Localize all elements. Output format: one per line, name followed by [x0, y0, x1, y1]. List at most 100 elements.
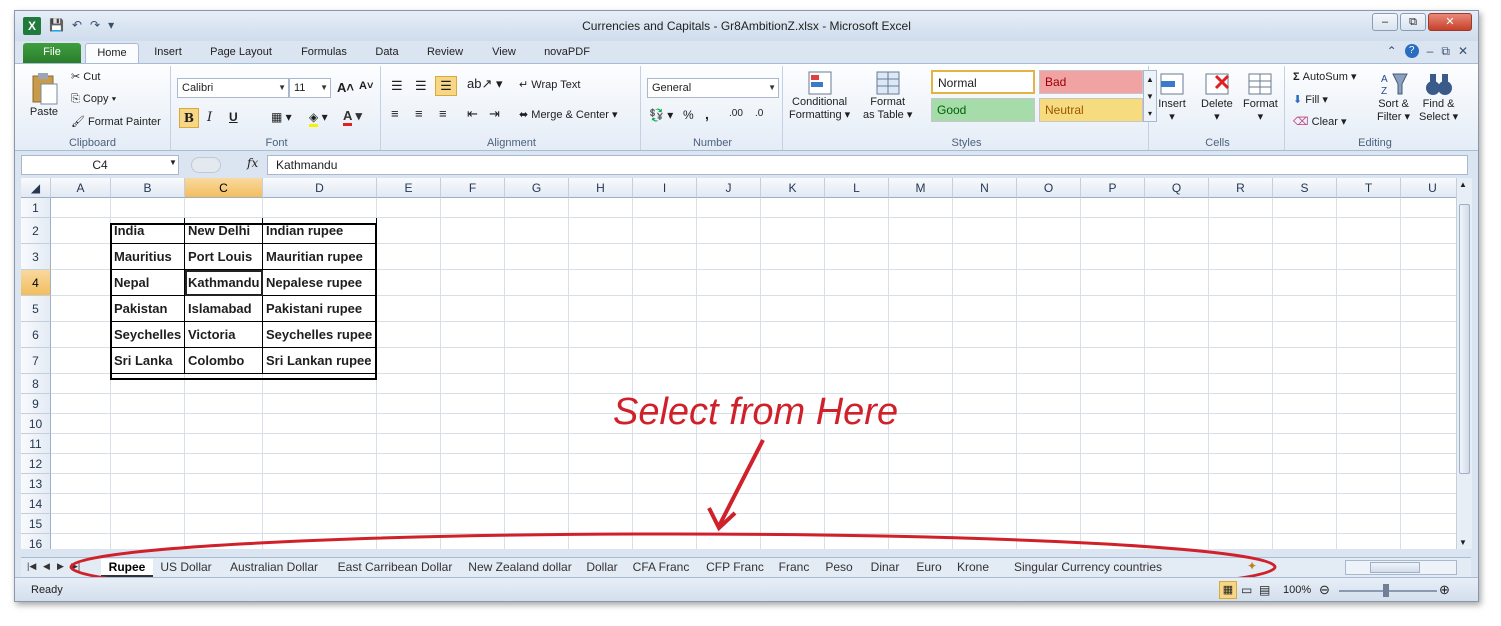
- fill-button[interactable]: ⬇ Fill ▾: [1293, 93, 1328, 106]
- align-bottom-icon[interactable]: ☰: [435, 76, 457, 96]
- merge-center-button[interactable]: ⬌ Merge & Center ▾: [519, 108, 618, 121]
- tab-formulas[interactable]: Formulas: [295, 43, 353, 63]
- increase-indent-icon[interactable]: ⇥: [489, 106, 500, 122]
- tab-insert[interactable]: Insert: [147, 43, 189, 63]
- fill-color-button[interactable]: ◈ ▾: [309, 110, 328, 127]
- delete-cells-button[interactable]: Delete ▾: [1201, 70, 1233, 123]
- page-break-view-icon[interactable]: ▤: [1259, 583, 1270, 597]
- align-left-icon[interactable]: ≡: [391, 106, 399, 121]
- comma-button[interactable]: ,: [705, 106, 709, 122]
- window-title: Currencies and Capitals - Gr8AmbitionZ.x…: [582, 19, 911, 33]
- formula-input[interactable]: Kathmandu: [267, 155, 1468, 175]
- conditional-formatting-button[interactable]: Conditional Formatting ▾: [789, 70, 850, 122]
- formula-expand-handle[interactable]: [191, 157, 221, 173]
- brush-icon: 🖌: [71, 116, 85, 128]
- vertical-scroll-thumb[interactable]: [1459, 204, 1470, 474]
- style-bad[interactable]: Bad: [1039, 70, 1143, 94]
- wrap-text-button[interactable]: ↵ Wrap Text: [519, 78, 580, 91]
- decrease-indent-icon[interactable]: ⇤: [467, 106, 478, 122]
- increase-decimal-button[interactable]: .00: [729, 108, 743, 119]
- status-ready: Ready: [31, 584, 63, 596]
- italic-button[interactable]: I: [207, 110, 212, 125]
- copy-icon: ⎘: [71, 93, 80, 105]
- format-table-label-2: as Table: [863, 109, 904, 121]
- insert-cells-button[interactable]: Insert ▾: [1157, 70, 1187, 123]
- doc-restore-icon[interactable]: ⧉: [1441, 44, 1450, 59]
- horizontal-scroll-thumb[interactable]: [1370, 562, 1420, 573]
- editing-group: Σ AutoSum ▾ ⬇ Fill ▾ ⌫ Clear ▾ AZ Sort &…: [1287, 66, 1463, 150]
- format-table-label-1: Format: [870, 96, 906, 108]
- style-neutral[interactable]: Neutral: [1039, 98, 1143, 122]
- horizontal-scrollbar[interactable]: [1345, 560, 1457, 575]
- borders-button[interactable]: ▦ ▾: [271, 110, 292, 124]
- tab-review[interactable]: Review: [421, 43, 469, 63]
- doc-minimize-icon[interactable]: –: [1427, 44, 1434, 59]
- font-size-select[interactable]: 11 ▼: [289, 78, 331, 98]
- number-format-select[interactable]: General ▼: [647, 78, 779, 98]
- normal-view-icon[interactable]: ▦: [1219, 581, 1237, 599]
- annotation-text: Select from Here: [613, 391, 898, 433]
- sort-filter-button[interactable]: AZ Sort & Filter ▾: [1377, 70, 1410, 124]
- format-cells-icon: [1248, 73, 1272, 95]
- vertical-scrollbar[interactable]: ▲ ▼: [1456, 178, 1472, 549]
- merge-icon: ⬌: [519, 109, 529, 121]
- tab-page-layout[interactable]: Page Layout: [205, 43, 277, 63]
- copy-button[interactable]: ⎘ Copy ▾: [71, 93, 116, 106]
- underline-button[interactable]: U: [229, 110, 238, 124]
- scroll-up-icon[interactable]: ▲: [1459, 180, 1467, 189]
- status-bar: Ready ▦ ▭ ▤ 100% ⊖ ⊕: [15, 577, 1478, 601]
- sigma-icon: Σ: [1293, 71, 1300, 83]
- worksheet-grid[interactable]: ◢ ABCDEFGHIJKLMNOPQRSTU 1 2 3 4 5 6 7 8 9 10 11 12 1…: [21, 178, 1457, 549]
- style-good[interactable]: Good: [931, 98, 1035, 122]
- zoom-out-icon[interactable]: ⊖: [1319, 582, 1330, 598]
- align-center-icon[interactable]: ≡: [415, 106, 423, 121]
- restore-button[interactable]: ⧉: [1400, 13, 1426, 31]
- sheet-nav-first-icon[interactable]: |◀: [27, 561, 36, 572]
- align-right-icon[interactable]: ≡: [439, 106, 447, 121]
- name-box-dropdown-icon[interactable]: ▼: [169, 158, 177, 167]
- cut-button[interactable]: ✂ Cut: [71, 70, 100, 83]
- style-normal[interactable]: Normal: [931, 70, 1035, 94]
- sheet-nav-prev-icon[interactable]: ◀: [43, 561, 50, 572]
- clear-label: Clear: [1311, 116, 1338, 128]
- align-top-icon[interactable]: ☰: [391, 78, 403, 94]
- number-group: General ▼ 💱 ▾ % , .00 .0 Number: [643, 66, 783, 150]
- font-name-select[interactable]: Calibri ▼: [177, 78, 289, 98]
- percent-button[interactable]: %: [683, 108, 694, 122]
- tab-file[interactable]: File: [23, 43, 81, 63]
- insert-function-icon[interactable]: fx: [247, 156, 258, 170]
- doc-close-icon[interactable]: ✕: [1458, 44, 1468, 59]
- grow-font-button[interactable]: A˄: [337, 80, 354, 95]
- close-button[interactable]: ✕: [1428, 13, 1472, 31]
- help-icon[interactable]: ?: [1404, 44, 1419, 58]
- zoom-level[interactable]: 100%: [1283, 584, 1311, 596]
- zoom-slider-handle[interactable]: [1383, 584, 1389, 597]
- align-middle-icon[interactable]: ☰: [415, 78, 427, 94]
- format-cells-button[interactable]: Format ▾: [1243, 70, 1278, 123]
- tab-view[interactable]: View: [485, 43, 523, 63]
- decrease-decimal-button[interactable]: .0: [755, 108, 763, 119]
- page-layout-view-icon[interactable]: ▭: [1241, 583, 1252, 597]
- bold-button[interactable]: B: [179, 108, 199, 128]
- format-painter-button[interactable]: 🖌 Format Painter: [71, 115, 161, 128]
- tab-home[interactable]: Home: [85, 43, 139, 63]
- find-select-button[interactable]: Find & Select ▾: [1419, 70, 1458, 124]
- tab-data[interactable]: Data: [369, 43, 405, 63]
- zoom-in-icon[interactable]: ⊕: [1439, 582, 1450, 598]
- autosum-button[interactable]: Σ AutoSum ▾: [1293, 70, 1357, 83]
- sort-filter-label-1: Sort &: [1378, 98, 1409, 110]
- clear-button[interactable]: ⌫ Clear ▾: [1293, 115, 1347, 128]
- accounting-format-icon[interactable]: 💱 ▾: [649, 108, 673, 122]
- shrink-font-button[interactable]: A˅: [359, 80, 373, 92]
- orientation-icon[interactable]: ab↗ ▾: [467, 76, 503, 92]
- tab-novapdf[interactable]: novaPDF: [539, 43, 595, 63]
- scroll-down-icon[interactable]: ▼: [1459, 538, 1467, 547]
- minimize-ribbon-icon[interactable]: ⌃: [1387, 44, 1397, 59]
- minimize-button[interactable]: –: [1372, 13, 1398, 31]
- format-as-table-button[interactable]: Format as Table ▾: [863, 70, 912, 122]
- name-box[interactable]: C4: [21, 155, 179, 175]
- font-color-button[interactable]: A ▾: [343, 108, 362, 126]
- delete-cells-icon: [1205, 73, 1229, 95]
- number-group-label: Number: [692, 137, 733, 149]
- paste-button[interactable]: Paste: [29, 72, 59, 118]
